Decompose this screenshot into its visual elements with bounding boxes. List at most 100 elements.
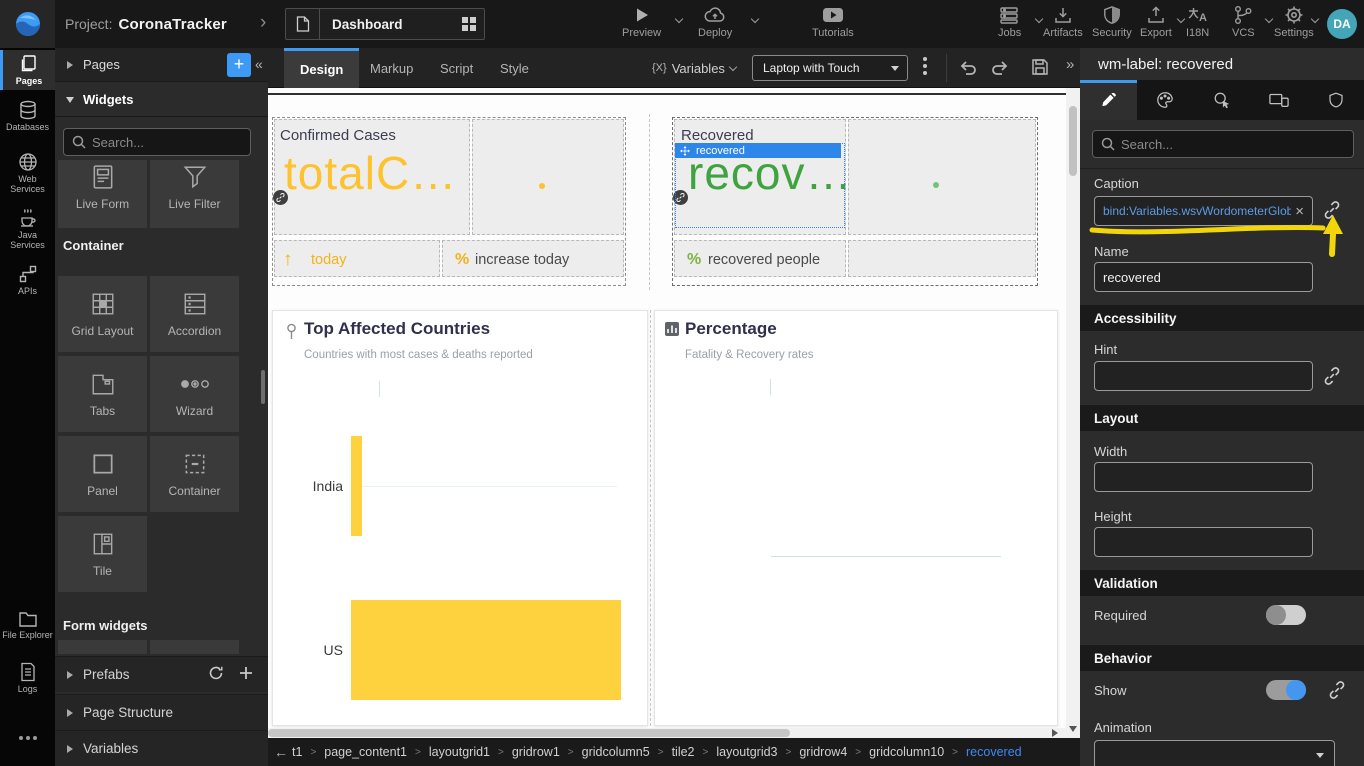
tab-security[interactable] (1307, 80, 1364, 120)
security-button[interactable]: Security (1092, 5, 1132, 39)
export-chevron-icon[interactable] (1177, 15, 1185, 23)
confirmed-cases-value[interactable]: totalC… (284, 146, 457, 200)
breadcrumb-item-gridrow4[interactable]: gridrow4 (799, 745, 847, 759)
breadcrumb-item-layoutgrid1[interactable]: layoutgrid1 (429, 745, 490, 759)
breadcrumb-item-recovered[interactable]: recovered (966, 745, 1022, 759)
selected-widget-tag[interactable]: recovered (675, 143, 841, 158)
deploy-button[interactable]: Deploy (698, 5, 732, 39)
canvas-more-menu-icon[interactable] (923, 57, 927, 75)
scrollbar-thumb[interactable] (1069, 106, 1077, 176)
tab-events[interactable] (1194, 80, 1251, 120)
redo-button[interactable] (990, 57, 1010, 82)
add-page-button[interactable]: + (227, 53, 251, 77)
confirmed-cases-cell[interactable]: Confirmed Cases totalC… (274, 119, 470, 235)
property-search-input[interactable] (1121, 137, 1307, 152)
breadcrumb-back-icon[interactable]: ← (274, 744, 288, 760)
tab-script[interactable]: Script (424, 48, 489, 88)
widget-tile-live-filter[interactable]: Live Filter (150, 160, 239, 228)
expand-right-panel-icon[interactable]: » (1066, 56, 1074, 73)
tab-markup[interactable]: Markup (354, 48, 429, 88)
undo-button[interactable] (958, 57, 978, 82)
bind-show-link-icon[interactable] (1328, 681, 1346, 704)
i18n-button[interactable]: A I18N (1186, 5, 1209, 39)
widget-tile-wizard[interactable]: Wizard (150, 356, 239, 432)
confirmed-increase-cell[interactable]: % increase today (442, 240, 624, 277)
preview-chevron-icon[interactable] (675, 15, 683, 23)
scroll-down-icon[interactable] (1069, 726, 1077, 732)
artifacts-button[interactable]: Artifacts (1043, 5, 1083, 39)
countries-chart-card[interactable]: Top Affected Countries Countries with mo… (272, 310, 648, 726)
rail-item-apis[interactable]: APIs (0, 264, 55, 296)
vcs-button[interactable]: VCS (1232, 5, 1255, 39)
breadcrumb-item-gridcolumn10[interactable]: gridcolumn10 (869, 745, 944, 759)
clipped-widget-tile[interactable] (150, 640, 239, 654)
bind-hint-link-icon[interactable] (1323, 367, 1341, 390)
refresh-icon[interactable] (208, 665, 224, 681)
widget-tile-container[interactable]: Container (150, 436, 239, 512)
device-selector[interactable]: Laptop with Touch (752, 55, 908, 81)
show-toggle[interactable] (1266, 680, 1306, 700)
clipped-widget-tile[interactable] (58, 640, 147, 654)
widgets-section-header[interactable]: Widgets (55, 83, 268, 117)
chart-bar-US[interactable] (351, 600, 621, 700)
user-avatar[interactable]: DA (1327, 9, 1357, 39)
rail-item-pages[interactable]: Pages (0, 50, 55, 90)
tab-design[interactable]: Design (284, 48, 359, 88)
clear-caption-icon[interactable]: × (1295, 203, 1304, 220)
tab-devices[interactable] (1250, 80, 1307, 120)
confirmed-today-cell[interactable]: ↑ today (274, 240, 440, 277)
recovered-empty-cell[interactable] (848, 240, 1036, 277)
variables-button[interactable]: {X} Variables (652, 48, 736, 88)
settings-button[interactable]: Settings (1274, 5, 1314, 39)
vcs-chevron-icon[interactable] (1265, 15, 1273, 23)
bind-caption-link-icon[interactable] (1323, 201, 1341, 224)
recovered-spark-cell[interactable] (848, 119, 1036, 235)
export-button[interactable]: Export (1140, 5, 1172, 39)
page-tab-dashboard[interactable]: Dashboard (285, 8, 485, 40)
jobs-chevron-icon[interactable] (1035, 15, 1043, 23)
app-logo[interactable] (0, 0, 55, 48)
preview-button[interactable]: Preview (622, 5, 661, 39)
required-toggle[interactable] (1266, 605, 1306, 625)
breadcrumb-item-gridrow1[interactable]: gridrow1 (512, 745, 560, 759)
design-canvas[interactable]: Confirmed Cases totalC… ↑ today % increa… (268, 88, 1080, 738)
name-field[interactable] (1094, 262, 1313, 292)
scrollbar-thumb[interactable] (268, 729, 790, 737)
hint-field[interactable] (1094, 361, 1313, 391)
canvas-horizontal-scrollbar[interactable] (268, 728, 1066, 738)
scroll-right-icon[interactable] (1052, 729, 1058, 737)
page-structure-section-header[interactable]: Page Structure (55, 694, 268, 730)
percentage-chart-card[interactable]: Percentage Fatality & Recovery rates (654, 310, 1058, 726)
pages-grid-icon[interactable] (454, 17, 484, 31)
canvas-vertical-scrollbar[interactable] (1066, 88, 1080, 738)
prefabs-section-header[interactable]: Prefabs (55, 656, 268, 692)
widget-tile-tabs[interactable]: Tabs (58, 356, 147, 432)
confirmed-spark-cell[interactable] (472, 119, 624, 235)
rail-more-icon[interactable] (0, 736, 55, 740)
breadcrumb-item-t1[interactable]: t1 (292, 745, 302, 759)
collapse-panel-icon[interactable]: « (255, 56, 263, 72)
widget-tile-panel[interactable]: Panel (58, 436, 147, 512)
recovered-people-cell[interactable]: % recovered people (674, 240, 846, 277)
tab-properties[interactable] (1080, 80, 1137, 120)
chart-bar-India[interactable] (351, 436, 362, 536)
tutorials-button[interactable]: Tutorials (812, 5, 854, 39)
tab-styles[interactable] (1137, 80, 1194, 120)
width-field[interactable] (1094, 462, 1313, 492)
tab-style[interactable]: Style (484, 48, 545, 88)
rail-item-java-services[interactable]: Java Services (0, 208, 55, 250)
pages-section-header[interactable]: Pages + « (55, 48, 268, 82)
widget-tile-grid-layout[interactable]: Grid Layout (58, 276, 147, 352)
rail-item-web-services[interactable]: Web Services (0, 152, 55, 194)
breadcrumb-item-page_content1[interactable]: page_content1 (324, 745, 407, 759)
save-button[interactable] (1030, 57, 1050, 82)
widget-search-input[interactable] (92, 135, 218, 150)
widget-tile-tile[interactable]: Tile (58, 516, 147, 592)
height-field[interactable] (1094, 527, 1313, 557)
animation-select[interactable] (1094, 740, 1335, 766)
rail-item-logs[interactable]: Logs (0, 662, 55, 694)
widget-tile-accordion[interactable]: Accordion (150, 276, 239, 352)
deploy-chevron-icon[interactable] (751, 15, 759, 23)
rail-item-file-explorer[interactable]: File Explorer (0, 610, 55, 640)
variables-section-header[interactable]: Variables (55, 730, 268, 766)
